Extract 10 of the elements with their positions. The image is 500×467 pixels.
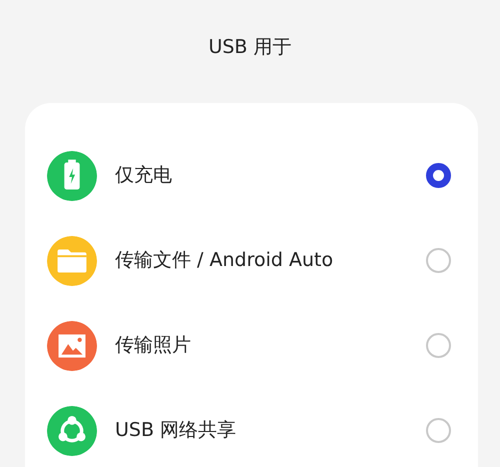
- option-label: 传输照片: [115, 333, 191, 358]
- radio-button[interactable]: [426, 163, 451, 188]
- option-label: USB 网络共享: [115, 418, 236, 444]
- option-row[interactable]: 传输文件 / Android Auto: [25, 218, 478, 303]
- dialog-title: USB 用于: [208, 36, 292, 58]
- option-label: 仅充电: [115, 163, 172, 188]
- option-row[interactable]: 仅充电: [25, 133, 478, 218]
- option-row[interactable]: USB 网络共享: [25, 388, 478, 467]
- option-label: 传输文件 / Android Auto: [115, 248, 334, 274]
- option-row[interactable]: 传输照片: [25, 303, 478, 388]
